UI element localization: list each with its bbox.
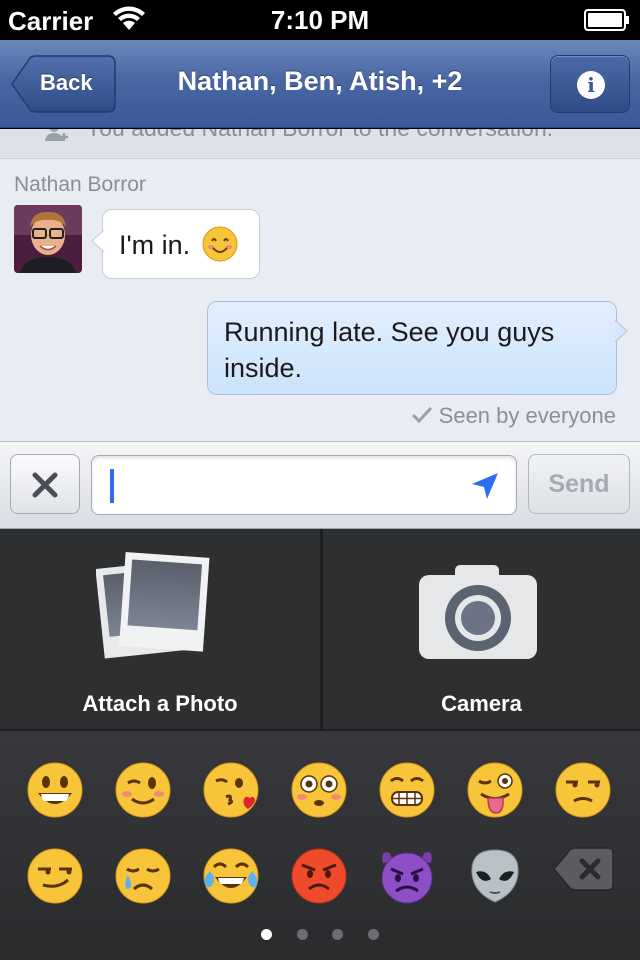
camera-button[interactable]: Camera	[323, 529, 640, 731]
page-dot	[296, 929, 308, 940]
grimacing-face-icon[interactable]	[378, 761, 436, 819]
seen-status: Seen by everyone	[411, 403, 616, 429]
info-button[interactable]: i	[550, 55, 630, 113]
conversation-view[interactable]: You added Nathan Borror to the conversat…	[0, 129, 640, 441]
status-time: 7:10 PM	[270, 5, 370, 35]
grinning-face-icon[interactable]	[26, 761, 84, 819]
outgoing-message-bubble[interactable]: Running late. See you guys inside.	[207, 301, 628, 395]
avatar[interactable]	[14, 205, 82, 273]
info-icon: i	[577, 71, 605, 99]
conversation-title: Nathan, Ben, Atish, +2	[177, 66, 463, 96]
delete-key-icon[interactable]	[552, 847, 614, 891]
winking-face-icon[interactable]	[114, 761, 172, 819]
bubble-tail	[614, 320, 628, 342]
page-dot	[332, 929, 344, 940]
imp-icon[interactable]	[378, 847, 436, 905]
alien-icon[interactable]	[466, 847, 524, 905]
attach-photo-button[interactable]: Attach a Photo	[0, 529, 320, 731]
outgoing-message-text: Running late. See you guys inside.	[224, 317, 555, 383]
pouting-face-icon[interactable]	[290, 847, 348, 905]
seen-status-text: Seen by everyone	[438, 403, 616, 428]
back-label: Back	[40, 70, 93, 95]
close-icon	[32, 472, 58, 498]
face-blowing-kiss-icon[interactable]	[202, 761, 260, 819]
sender-name: Nathan Borror	[14, 173, 146, 196]
battery-icon	[584, 9, 629, 31]
system-message-text: You added Nathan Borror to the conversat…	[86, 129, 553, 142]
text-cursor	[110, 469, 114, 503]
smirking-face-icon[interactable]	[26, 847, 84, 905]
media-panel: Attach a Photo Camera	[0, 529, 640, 731]
status-bar: Carrier 7:10 PM	[0, 0, 640, 40]
photos-icon	[96, 552, 210, 659]
navigation-bar: Back Nathan, Ben, Atish, +2 i	[0, 40, 640, 128]
back-button[interactable]: Back	[10, 55, 116, 113]
crying-face-icon[interactable]	[114, 847, 172, 905]
unamused-face-icon[interactable]	[554, 761, 612, 819]
smiling-face-emoji-icon	[202, 226, 238, 262]
flushed-face-icon[interactable]	[290, 761, 348, 819]
emoji-keyboard	[0, 731, 640, 960]
message-input[interactable]	[91, 455, 517, 515]
bubble-tail	[91, 230, 105, 252]
incoming-message-body: I'm in.	[119, 230, 191, 260]
attach-photo-label: Attach a Photo	[82, 691, 238, 716]
location-arrow-icon[interactable]	[470, 471, 500, 501]
incoming-message-text: I'm in.	[119, 226, 238, 262]
checkmark-icon	[411, 407, 432, 424]
page-dot	[367, 929, 379, 940]
incoming-message-bubble[interactable]: I'm in.	[91, 209, 260, 279]
face-with-tears-of-joy-icon[interactable]	[202, 847, 260, 905]
avatar-photo	[14, 205, 82, 273]
winking-face-with-tongue-icon[interactable]	[466, 761, 524, 819]
send-button[interactable]: Send	[528, 454, 630, 514]
camera-icon	[419, 565, 537, 659]
system-message: You added Nathan Borror to the conversat…	[0, 129, 640, 159]
close-attachments-button[interactable]	[10, 454, 80, 514]
camera-label: Camera	[441, 691, 522, 716]
add-person-icon	[45, 129, 68, 141]
message-composer: Send	[0, 441, 640, 529]
page-indicator[interactable]	[0, 927, 640, 945]
page-dot-active	[261, 929, 273, 940]
